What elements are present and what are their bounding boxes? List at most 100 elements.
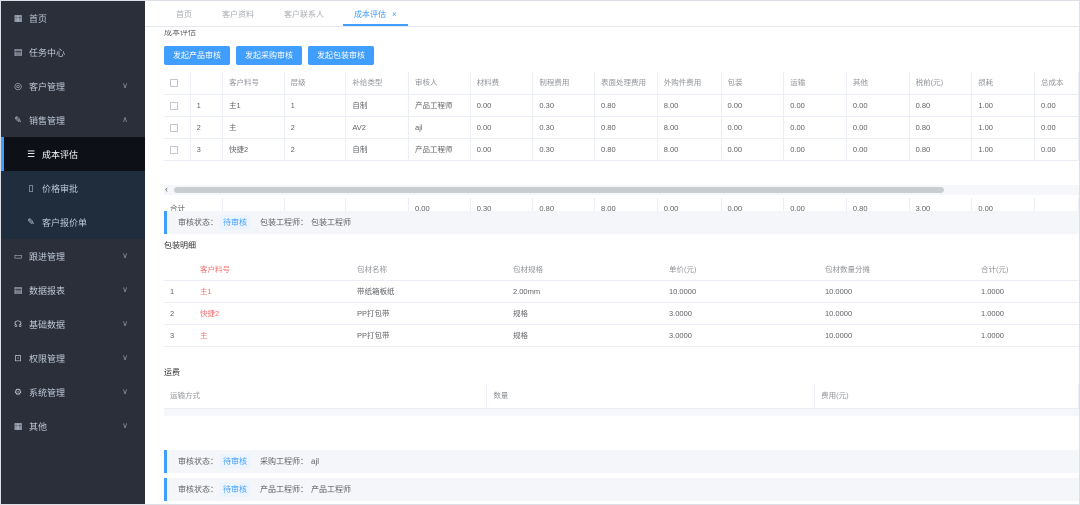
sidebar-item-permissions[interactable]: ⊡ 权限管理 ∨	[1, 341, 145, 375]
sidebar-item-home[interactable]: ▦ 首页	[1, 1, 145, 35]
table-cell: 1.00	[971, 138, 1036, 161]
table-cell: 0.00	[1034, 138, 1079, 161]
column-header: 材料费	[470, 72, 534, 95]
column-header: 运输方式	[164, 384, 488, 409]
lock-icon: ⊡	[14, 352, 22, 363]
sidebar-item-system[interactable]: ⚙ 系统管理 ∨	[1, 375, 145, 409]
tab-home[interactable]: 首页	[165, 2, 203, 26]
sidebar-item-customers[interactable]: ◎ 客户管理 ∨	[1, 69, 145, 103]
chevron-left-icon[interactable]: ‹	[165, 184, 168, 194]
index-header	[190, 72, 224, 95]
sidebar-item-label: 价格审批	[42, 183, 79, 194]
table-cell: PP打包带	[351, 302, 507, 325]
column-header: 数量	[486, 384, 816, 409]
packaging-table: 客户料号 包材名称 包材规格 单价(元) 包材数量分摊 合计(元) 1 主1 带…	[164, 259, 1079, 347]
table-row[interactable]: 1 主1 带纸箱板纸 2.00mm 10.0000 10.0000 1.0000	[164, 280, 1079, 303]
close-icon[interactable]: ×	[392, 10, 397, 19]
row-checkbox[interactable]	[164, 138, 191, 161]
review-status-packaging: 审核状态： 待审核 包装工程师： 包装工程师	[164, 211, 1079, 234]
table-cell: 10.0000	[819, 302, 975, 325]
table-cell: 0.00	[846, 138, 910, 161]
sidebar-item-price-approval[interactable]: ▯ 价格审批	[1, 171, 145, 205]
sidebar-item-label: 数据报表	[29, 285, 66, 296]
column-header: 制程费用	[532, 72, 596, 95]
review-status-purchase: 审核状态： 待审核 采购工程师： ajl	[164, 450, 1079, 473]
tab-customer-info[interactable]: 客户资料	[211, 2, 265, 26]
table-cell: 0.00	[846, 94, 910, 117]
row-checkbox[interactable]	[164, 116, 191, 139]
table-cell: 0.00	[721, 138, 785, 161]
table-cell: AV2	[345, 116, 410, 139]
table-cell: 产品工程师	[408, 138, 471, 161]
column-header: 审核人	[408, 72, 471, 95]
column-header: 包装	[721, 72, 785, 95]
cost-table: 客户料号 层级 补给类型 审核人 材料费 制程费用 表面处理费用 外购件费用 包…	[164, 72, 1079, 161]
grid-icon: ▦	[13, 12, 23, 23]
table-cell: ajl	[408, 116, 471, 139]
chevron-down-icon: ∨	[122, 285, 128, 294]
review-status-product: 审核状态： 待审核 产品工程师： 产品工程师	[164, 478, 1079, 501]
tab-customer-contacts[interactable]: 客户联系人	[273, 2, 335, 26]
wrench-icon: ✎	[27, 216, 35, 227]
sidebar-item-followup[interactable]: ▭ 跟进管理 ∨	[1, 239, 145, 273]
sidebar-item-label: 任务中心	[29, 47, 66, 58]
table-row[interactable]: 1 主1 1 自制 产品工程师 0.00 0.30 0.80 8.00 0.00…	[164, 94, 1079, 117]
table-cell: 0.00	[846, 116, 910, 139]
table-row[interactable]: 2 主 2 AV2 ajl 0.00 0.30 0.80 8.00 0.00 0…	[164, 116, 1079, 139]
row-checkbox[interactable]	[164, 94, 191, 117]
chat-icon: ▭	[13, 250, 23, 261]
table-cell: 3.0000	[663, 324, 819, 347]
sidebar-item-cost-evaluation[interactable]: ☰ 成本评估	[1, 137, 145, 171]
select-all-checkbox[interactable]	[164, 72, 191, 95]
tab-cost-evaluation[interactable]: 成本评估 ×	[343, 2, 408, 26]
column-header: 单价(元)	[663, 259, 819, 281]
table-cell: 1.0000	[975, 280, 1079, 303]
chevron-down-icon: ∨	[122, 387, 128, 396]
table-cell: 1	[164, 280, 194, 303]
sidebar-item-reports[interactable]: ▤ 数据报表 ∨	[1, 273, 145, 307]
start-purchase-review-button[interactable]: 发起采购审核	[236, 46, 302, 65]
sidebar-item-base-data[interactable]: ☊ 基础数据 ∨	[1, 307, 145, 341]
column-header: 客户料号	[194, 259, 351, 281]
table-row[interactable]: 3 快捷2 2 自制 产品工程师 0.00 0.30 0.80 8.00 0.0…	[164, 138, 1079, 161]
table-cell: 0.80	[909, 94, 973, 117]
gear-icon: ⚙	[13, 386, 23, 397]
table-cell: 2	[284, 138, 347, 161]
start-product-review-button[interactable]: 发起产品审核	[164, 46, 230, 65]
sidebar-item-customer-quote[interactable]: ✎ 客户报价单	[1, 205, 145, 239]
table-cell: 0.80	[594, 138, 658, 161]
status-badge: 待审核	[220, 482, 250, 497]
reviewer-role: 包装工程师：	[260, 218, 308, 227]
column-header: 外购件费用	[657, 72, 722, 95]
status-badge: 待审核	[220, 454, 250, 469]
chevron-down-icon: ∨	[122, 421, 128, 430]
table-row[interactable]: 2 快捷2 PP打包带 规格 3.0000 10.0000 1.0000	[164, 302, 1079, 325]
sidebar-item-sales[interactable]: ✎ 销售管理 ∧	[1, 103, 145, 137]
table-cell: 0.80	[594, 94, 658, 117]
horizontal-scrollbar[interactable]: ‹	[164, 184, 1079, 195]
table-cell: 快捷2	[222, 138, 285, 161]
sidebar-item-label: 其他	[29, 421, 48, 432]
sidebar-item-label: 销售管理	[29, 115, 66, 126]
table-cell: 10.0000	[819, 324, 975, 347]
sidebar-item-label: 权限管理	[29, 353, 66, 364]
sidebar-item-tasks[interactable]: ▤ 任务中心	[1, 35, 145, 69]
sidebar-item-other[interactable]: ▦ 其他 ∨	[1, 409, 145, 443]
section-title: 成本评估	[164, 30, 196, 36]
table-cell: 主1	[222, 94, 285, 117]
scrollbar-thumb[interactable]	[174, 187, 944, 193]
table-cell: 0.00	[783, 116, 847, 139]
handshake-icon: ◎	[14, 80, 22, 91]
table-cell: 快捷2	[194, 302, 351, 325]
start-packaging-review-button[interactable]: 发起包装审核	[308, 46, 374, 65]
empty-row	[164, 408, 1079, 416]
table-row[interactable]: 3 主 PP打包带 规格 3.0000 10.0000 1.0000	[164, 324, 1079, 347]
main-content: 成本评估 发起产品审核 发起采购审核 发起包装审核 客户料号 层级 补给类型 审…	[145, 28, 1079, 504]
column-header: 费用(元)	[814, 384, 1079, 409]
reviewer-name: 产品工程师	[311, 485, 351, 494]
status-label: 审核状态：	[178, 218, 218, 227]
status-label: 审核状态：	[178, 485, 218, 494]
table-cell: 0.00	[470, 116, 534, 139]
table-cell: 主	[222, 116, 285, 139]
table-cell: 0.00	[470, 94, 534, 117]
